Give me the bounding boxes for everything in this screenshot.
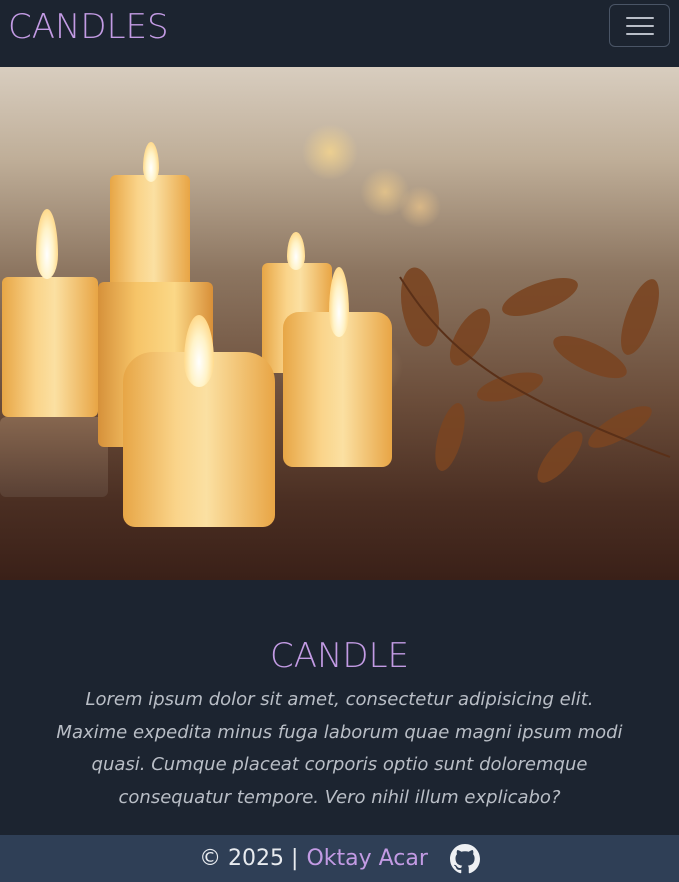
section-title: CANDLE — [269, 636, 410, 676]
footer-content: © 2025 | Oktay Acar — [199, 835, 480, 882]
candle-holder — [0, 417, 108, 497]
flame — [36, 209, 58, 279]
github-icon[interactable] — [449, 843, 480, 874]
hero-image — [0, 67, 679, 580]
hamburger-menu-icon-line — [625, 32, 654, 35]
hamburger-menu-button[interactable] — [609, 4, 670, 47]
hamburger-menu-icon-line — [625, 16, 654, 19]
content-section: CANDLE Lorem ipsum dolor sit amet, conse… — [0, 580, 679, 835]
flame — [329, 267, 349, 337]
dried-leaves — [399, 267, 671, 483]
flame — [287, 232, 305, 270]
author-link[interactable]: Oktay Acar — [306, 835, 427, 882]
candle — [2, 277, 98, 417]
copyright-text: © 2025 | — [199, 846, 299, 871]
brand-logo[interactable]: CANDLES — [8, 4, 169, 50]
flame — [143, 142, 159, 182]
candle — [110, 175, 190, 290]
section-description: Lorem ipsum dolor sit amet, consectetur … — [56, 689, 623, 808]
navbar: CANDLES — [0, 0, 679, 67]
hamburger-menu-icon-line — [625, 24, 654, 27]
footer: © 2025 | Oktay Acar — [0, 835, 679, 882]
